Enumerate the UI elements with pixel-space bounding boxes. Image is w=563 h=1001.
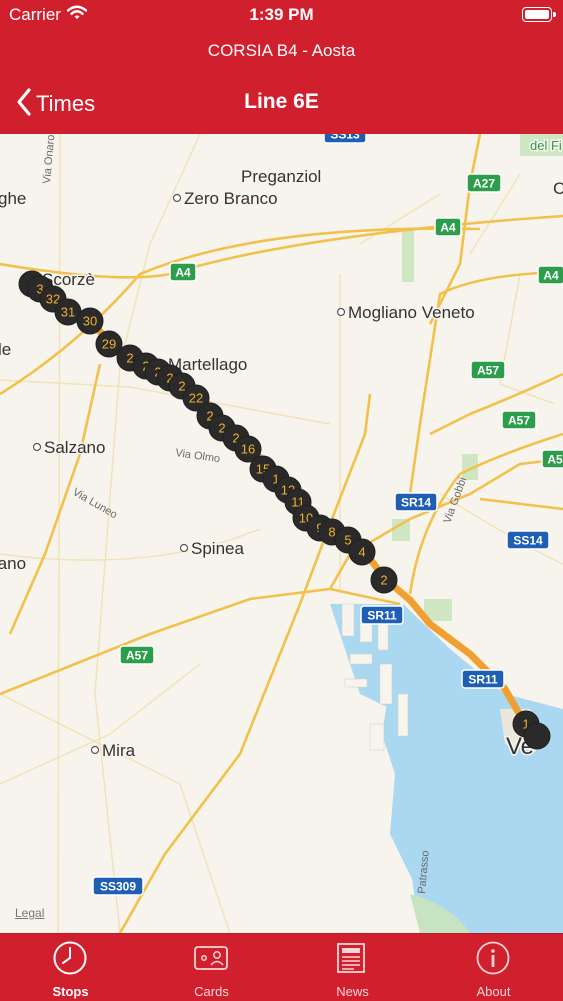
- place-label: rano: [0, 554, 26, 573]
- svg-text:A4: A4: [175, 266, 191, 280]
- street-label: Via Gobbi: [442, 476, 470, 525]
- place-label: Mira: [102, 741, 136, 760]
- svg-text:29: 29: [102, 337, 116, 352]
- stop-marker[interactable]: 4: [348, 538, 376, 566]
- place-label: C: [553, 179, 563, 198]
- card-icon: [194, 946, 228, 970]
- svg-text:SS13: SS13: [330, 134, 360, 142]
- place-dot: [172, 193, 182, 203]
- street-label: Via Olmo: [175, 447, 221, 465]
- tab-news[interactable]: News: [282, 934, 423, 1001]
- svg-text:16: 16: [241, 442, 255, 457]
- place-dot: [32, 442, 42, 452]
- svg-text:A27: A27: [473, 177, 495, 191]
- place-label: Preganziol: [241, 167, 321, 186]
- svg-text:A4: A4: [440, 221, 456, 235]
- place-label: Salzano: [44, 438, 105, 457]
- svg-text:SR11: SR11: [367, 609, 397, 623]
- svg-text:SS309: SS309: [100, 880, 136, 894]
- street-label: Via Onaro: [41, 134, 57, 184]
- stop-marker[interactable]: [523, 722, 551, 750]
- svg-text:A4: A4: [543, 269, 559, 283]
- svg-text:22: 22: [189, 391, 203, 406]
- map-canvas[interactable]: PreganziolZero BrancoScorzèMogliano Vene…: [0, 134, 563, 933]
- status-bar: Carrier 1:39 PM: [0, 0, 563, 30]
- stop-marker[interactable]: 2: [370, 566, 398, 594]
- svg-text:30: 30: [83, 314, 97, 329]
- road-shield: A57: [501, 410, 537, 430]
- svg-text:2: 2: [380, 573, 387, 588]
- road-shield: A57: [119, 645, 155, 665]
- tab-cards[interactable]: Cards: [141, 934, 282, 1001]
- svg-text:4: 4: [358, 545, 365, 560]
- place-label: Mogliano Veneto: [348, 303, 475, 322]
- svg-text:SR11: SR11: [468, 673, 498, 687]
- tab-label: Stops: [52, 984, 89, 999]
- tab-about[interactable]: About: [423, 934, 563, 1001]
- status-time: 1:39 PM: [249, 5, 314, 24]
- tab-label: Cards: [194, 984, 229, 999]
- road-shield: SR11: [461, 669, 505, 689]
- route-subtitle: CORSIA B4 - Aosta: [207, 41, 356, 60]
- street-label: Via Luneo: [71, 486, 120, 521]
- place-label: le: [0, 340, 11, 359]
- road-shield: A27: [466, 173, 502, 193]
- road-shield: A57: [470, 360, 506, 380]
- place-dot: [179, 543, 189, 553]
- place-label: ghe: [0, 189, 26, 208]
- water: [330, 603, 563, 933]
- place-label: del Fi: [530, 138, 562, 153]
- road-shield: SS14: [506, 530, 550, 550]
- info-icon: [476, 941, 510, 975]
- svg-text:A57: A57: [126, 649, 148, 663]
- road-shield: SR11: [360, 605, 404, 625]
- road-shield: A5: [541, 449, 563, 469]
- place-dot: [90, 745, 100, 755]
- header-bar: Carrier 1:39 PM CORSIA B4 - Aosta Times …: [0, 0, 563, 134]
- road-shield: A4: [434, 217, 462, 237]
- road-shield: SS309: [92, 876, 144, 896]
- svg-text:SS14: SS14: [513, 534, 543, 548]
- road-shield: A4: [537, 265, 563, 285]
- route-map[interactable]: Preganziol Zero Branco Scorzè Mogliano Vene…: [0, 134, 563, 933]
- road-shield: SS13: [323, 134, 367, 144]
- newspaper-icon: [337, 943, 365, 973]
- road-shield: A4: [169, 262, 197, 282]
- svg-text:2: 2: [126, 351, 133, 366]
- place-label: Spinea: [191, 539, 244, 558]
- clock-icon: [53, 941, 87, 975]
- tab-label: About: [476, 984, 511, 999]
- place-dot: [336, 307, 346, 317]
- svg-text:SR14: SR14: [401, 496, 431, 510]
- svg-text:31: 31: [61, 305, 75, 320]
- legal-link[interactable]: Legal: [15, 906, 44, 920]
- stop-marker[interactable]: 30: [76, 307, 104, 335]
- tab-label: News: [336, 984, 369, 999]
- page-title: Line 6E: [244, 90, 319, 113]
- svg-text:8: 8: [328, 525, 335, 540]
- svg-text:A57: A57: [508, 414, 530, 428]
- svg-text:A5: A5: [547, 453, 563, 467]
- road-shield: SR14: [394, 492, 438, 512]
- svg-text:A57: A57: [477, 364, 499, 378]
- place-label: Zero Branco: [184, 189, 278, 208]
- battery-icon: [522, 7, 556, 22]
- tab-stops[interactable]: Stops: [0, 934, 141, 1001]
- tab-bar: Stops Cards News About: [0, 933, 563, 1001]
